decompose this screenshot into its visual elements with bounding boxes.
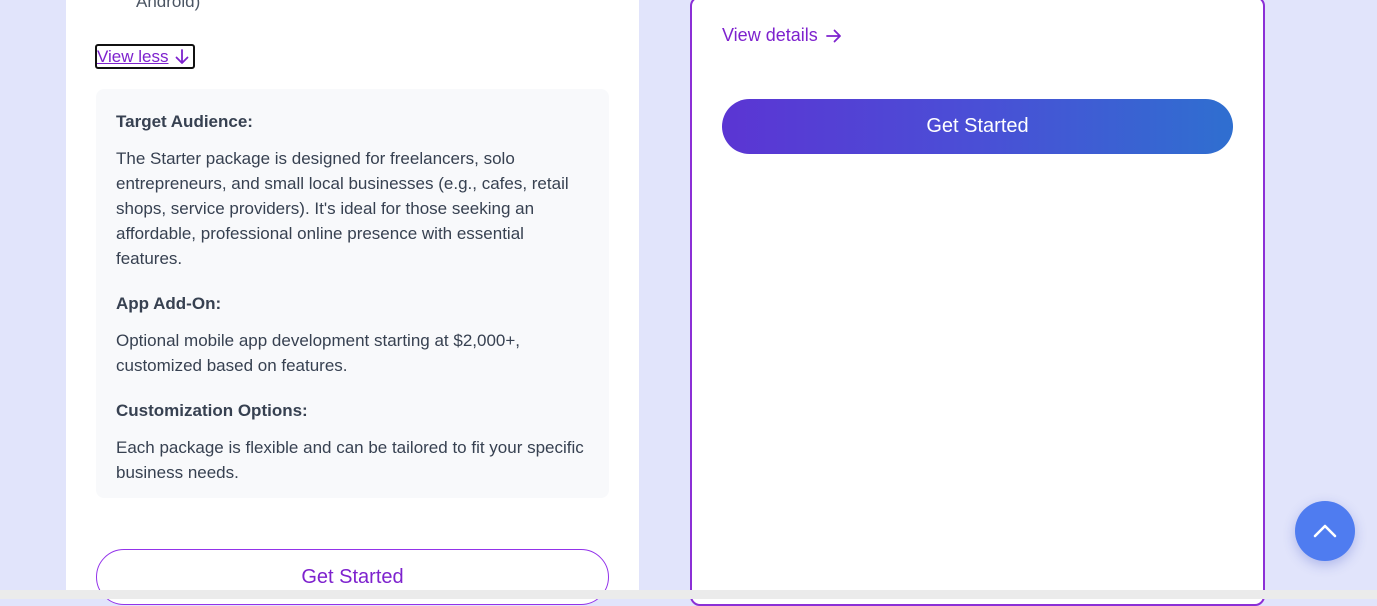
get-started-label: Get Started xyxy=(926,115,1029,137)
arrow-down-icon xyxy=(175,48,188,64)
scroll-to-top-button[interactable] xyxy=(1295,501,1355,561)
get-started-label: Get Started xyxy=(301,565,404,588)
view-details-link[interactable]: View details xyxy=(722,25,842,46)
customization-text: Each package is flexible and can be tail… xyxy=(116,438,584,482)
app-addon-text: Optional mobile app development starting… xyxy=(116,331,521,375)
view-less-label: View less xyxy=(97,46,169,66)
arrow-right-icon xyxy=(825,29,841,42)
target-audience-heading: Target Audience: xyxy=(116,112,253,131)
app-addon-heading: App Add-On: xyxy=(116,294,222,313)
customization-heading: Customization Options: xyxy=(116,401,308,420)
starter-package-card: Android) View less Target Audience: The … xyxy=(66,0,639,605)
view-details-label: View details xyxy=(722,25,818,45)
horizontal-scrollbar[interactable] xyxy=(0,590,1377,599)
featured-package-card: View details Get Started xyxy=(690,0,1265,606)
view-less-link[interactable]: View less xyxy=(95,44,195,69)
feature-list-item: Android) xyxy=(136,0,201,11)
chevron-up-icon xyxy=(1313,524,1337,538)
get-started-button-featured[interactable]: Get Started xyxy=(722,99,1233,154)
package-details-panel: Target Audience: The Starter package is … xyxy=(96,89,609,498)
target-audience-text: The Starter package is designed for free… xyxy=(116,149,569,268)
